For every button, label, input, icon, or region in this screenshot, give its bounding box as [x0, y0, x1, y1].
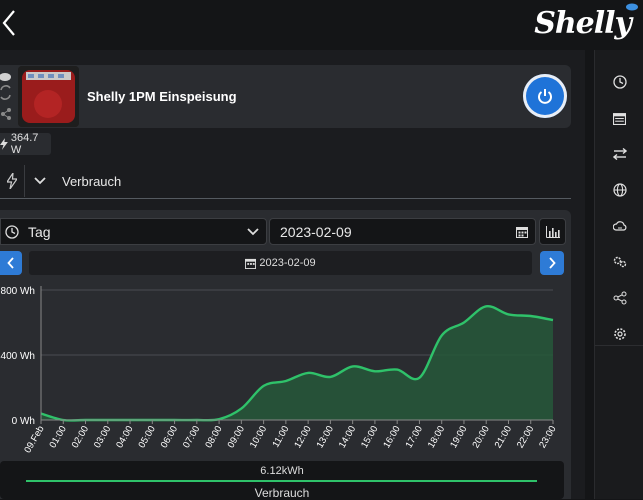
gears-icon [613, 256, 626, 268]
previous-day-button[interactable] [0, 251, 22, 275]
sync-icon [0, 85, 11, 100]
x-tick-label: 21:00 [493, 424, 514, 450]
chart-type-button[interactable] [539, 218, 566, 245]
cloud-icon [626, 3, 638, 11]
back-arrow-icon[interactable] [0, 6, 20, 40]
tab-row: Verbrauch [0, 165, 571, 199]
clock-icon [612, 75, 627, 89]
right-navigation-rail [594, 50, 643, 499]
rail-share[interactable] [595, 280, 643, 316]
current-date-text: 2023-02-09 [259, 257, 316, 269]
x-tick-label: 05:00 [136, 424, 157, 450]
bar-chart-icon [545, 225, 560, 238]
x-tick-label: 06:00 [159, 424, 180, 450]
x-tick-label: 17:00 [404, 424, 425, 450]
summary-legend-line [26, 480, 537, 482]
total-energy: 6.12kWh [260, 465, 304, 477]
x-tick-label: 01:00 [47, 424, 68, 450]
calendar-icon [613, 112, 626, 125]
x-tick-label: 11:00 [270, 424, 291, 449]
y-tick-label: 800 Wh [1, 286, 35, 297]
rail-settings[interactable] [595, 316, 643, 352]
tab-power[interactable] [0, 165, 25, 197]
current-date-display: 2023-02-09 [29, 251, 532, 275]
x-tick-label: 04:00 [114, 424, 135, 450]
device-card [0, 65, 571, 128]
swap-arrows-icon [612, 148, 627, 160]
rail-schedule[interactable] [595, 64, 643, 100]
date-input-value: 2023-02-09 [280, 223, 352, 240]
rail-internet[interactable] [595, 172, 643, 208]
x-tick-label: 18:00 [426, 424, 447, 450]
top-bar: Shelly [0, 0, 643, 50]
calendar-icon[interactable] [516, 226, 528, 238]
rail-divider [595, 345, 643, 346]
x-tick-label: 20:00 [470, 424, 491, 450]
cloud-ratio-icon [612, 221, 626, 231]
rail-actions[interactable] [595, 136, 643, 172]
series-area [41, 306, 553, 421]
bolt-icon [7, 173, 17, 189]
x-tick-label: 22:00 [515, 424, 536, 450]
x-tick-label: 13:00 [315, 424, 336, 450]
tab-consumption-label: Verbrauch [62, 173, 122, 189]
chevron-down-icon [247, 227, 259, 235]
device-name: Shelly 1PM Einspeisung [87, 89, 237, 104]
power-icon [538, 89, 552, 104]
power-reading-badge: 364.7 W [0, 132, 51, 156]
period-select-value: Tag [28, 223, 51, 240]
bolt-icon [0, 138, 8, 150]
date-input[interactable]: 2023-02-09 [269, 218, 536, 245]
x-tick-label: 14:00 [337, 424, 358, 450]
rail-calendar[interactable] [595, 100, 643, 136]
x-tick-label: 12:00 [292, 424, 313, 450]
next-day-button[interactable] [540, 251, 564, 275]
period-select[interactable]: Tag [0, 218, 267, 245]
calendar-icon [245, 258, 257, 269]
x-tick-label: 10:00 [248, 424, 269, 450]
x-tick-label: 09:00 [226, 424, 247, 450]
y-tick-label: 0 Wh [12, 416, 35, 427]
x-tick-label: 03:00 [92, 424, 113, 450]
shelly-logo: Shelly [534, 6, 632, 41]
x-tick-label: 16:00 [381, 424, 402, 450]
chevron-down-icon [34, 177, 46, 185]
tab-consumption[interactable]: Verbrauch [34, 165, 121, 197]
power-reading-value: 364.7 W [10, 132, 39, 156]
consumption-summary: 6.12kWh Verbrauch [0, 461, 564, 500]
cloud-status-icon [0, 73, 11, 81]
consumption-chart: 0 Wh 400 Wh 800 Wh 09.Feb 01:00 02:00 03:00 04:… [1, 286, 559, 455]
x-tick-label: 09.Feb [22, 424, 46, 455]
settings-gear-icon [613, 328, 626, 340]
device-image [18, 66, 79, 127]
x-tick-label: 07:00 [181, 424, 202, 450]
x-tick-label: 02:00 [70, 424, 91, 450]
share-status-icon [1, 108, 11, 120]
x-tick-label: 23:00 [537, 424, 558, 450]
y-tick-label: 400 Wh [1, 351, 35, 362]
chevron-left-icon [7, 257, 14, 269]
power-toggle-button[interactable] [523, 74, 567, 118]
summary-label: Verbrauch [254, 486, 310, 500]
rail-settings-advanced[interactable] [595, 244, 643, 280]
rail-cloud[interactable] [595, 208, 643, 244]
device-status-icons [0, 68, 12, 126]
x-tick-label: 08:00 [203, 424, 224, 450]
x-tick-label: 15:00 [359, 424, 380, 450]
chevron-right-icon [549, 257, 556, 269]
share-icon [613, 291, 626, 305]
clock-icon [5, 224, 19, 239]
globe-icon [612, 183, 627, 197]
x-tick-label: 19:00 [448, 424, 469, 450]
